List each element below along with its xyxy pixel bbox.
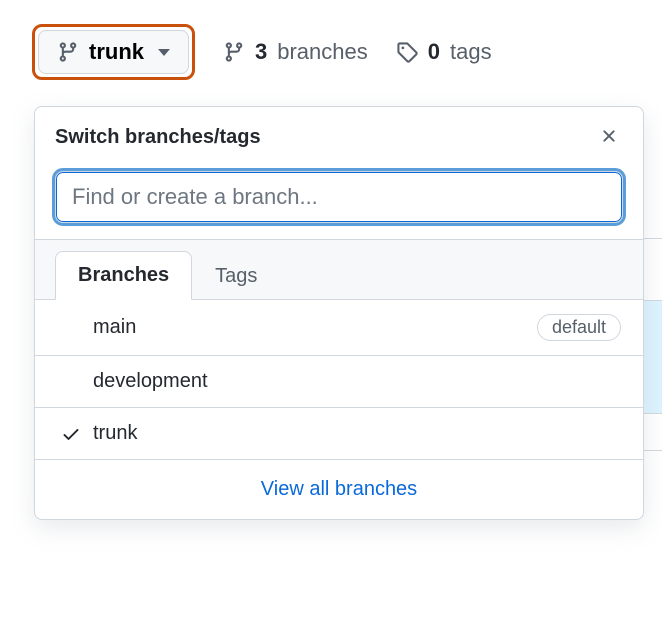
default-badge: default xyxy=(537,314,621,341)
branch-selector-highlight: trunk xyxy=(32,24,195,80)
branches-label: branches xyxy=(277,39,368,65)
branch-name: main xyxy=(93,316,537,339)
tags-label: tags xyxy=(450,39,492,65)
branch-item-trunk[interactable]: trunk xyxy=(35,408,643,460)
view-all-branches-link[interactable]: View all branches xyxy=(35,460,643,519)
branches-count: 3 xyxy=(255,39,267,65)
branch-item-main[interactable]: main default xyxy=(35,300,643,356)
branch-selector-button[interactable]: trunk xyxy=(38,30,189,74)
tab-branches[interactable]: Branches xyxy=(55,251,192,300)
ref-selector-popover: Switch branches/tags Branches Tags main … xyxy=(34,106,644,520)
branch-name: development xyxy=(93,370,621,393)
check-icon xyxy=(57,424,85,444)
branches-link[interactable]: 3 branches xyxy=(223,39,368,65)
close-icon xyxy=(599,126,619,149)
branch-search-input[interactable] xyxy=(55,171,623,223)
branch-selector-label: trunk xyxy=(89,39,144,65)
repo-toolbar: trunk 3 branches 0 tags xyxy=(0,0,662,100)
branch-name: trunk xyxy=(93,422,621,445)
branch-list: main default development trunk xyxy=(35,300,643,460)
chevron-down-icon xyxy=(158,49,170,56)
tag-icon xyxy=(396,41,418,63)
popover-header: Switch branches/tags xyxy=(35,107,643,165)
divider xyxy=(642,238,662,248)
divider xyxy=(644,450,662,451)
tags-link[interactable]: 0 tags xyxy=(396,39,492,65)
ref-tabs: Branches Tags xyxy=(35,239,643,300)
divider xyxy=(644,300,662,414)
git-branch-icon xyxy=(223,41,245,63)
tab-tags[interactable]: Tags xyxy=(192,252,280,300)
branch-item-development[interactable]: development xyxy=(35,356,643,408)
tags-count: 0 xyxy=(428,39,440,65)
popover-title: Switch branches/tags xyxy=(55,126,261,149)
git-branch-icon xyxy=(57,41,79,63)
search-wrap xyxy=(35,165,643,239)
close-button[interactable] xyxy=(595,123,623,151)
